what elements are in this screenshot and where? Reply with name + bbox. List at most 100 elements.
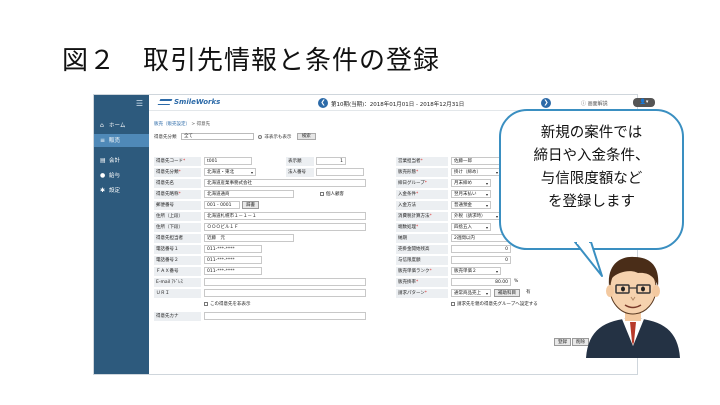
corp-number-input[interactable] xyxy=(316,168,364,176)
sidebar-item-settings[interactable]: ✱ 設定 xyxy=(94,184,149,197)
use-group-checkbox[interactable]: 請求先を親の得意先グループへ設定する xyxy=(451,300,538,309)
customer-kana-label: 得意先カナ xyxy=(154,312,201,321)
customer-name-label: 得意先名 xyxy=(154,179,201,188)
fax-label: ＦＡＸ番号 xyxy=(154,267,201,276)
customer-short-input[interactable]: 北海道通商 xyxy=(204,190,294,198)
sidebar-item-home[interactable]: ⌂ ホーム xyxy=(94,119,149,132)
sales-rep-input[interactable]: 佐藤一郎 xyxy=(451,157,501,165)
sales-icon: ≡ xyxy=(100,137,106,144)
customer-kana-input[interactable] xyxy=(204,312,366,320)
search-button[interactable]: 検索 xyxy=(296,133,316,140)
account-pattern-suffix: 有 xyxy=(526,290,531,295)
phone1-input[interactable]: 011-***-**** xyxy=(204,245,262,253)
credit-limit-input[interactable]: 0 xyxy=(451,256,511,264)
presenter-illustration xyxy=(586,256,680,358)
closing-group-select[interactable]: 月末締め xyxy=(451,179,491,187)
tax-calc-label: 消費税計算方法* xyxy=(396,212,448,221)
customer-class-label: 得意先分類* xyxy=(154,168,201,177)
show-hidden-checkbox[interactable] xyxy=(258,134,263,139)
fax-input[interactable]: 011-***-**** xyxy=(204,267,262,275)
customer-class-filter[interactable]: 全て xyxy=(180,133,254,140)
prev-period-button[interactable]: ❮ xyxy=(318,98,328,108)
speech-bubble-text: 新規の案件では 締日や入金条件、 与信限度額など を登録します xyxy=(499,122,684,214)
next-period-button[interactable]: ❯ xyxy=(541,98,551,108)
price-rank-select[interactable]: 販売単価２ xyxy=(451,267,501,275)
payment-site-label: 納期 xyxy=(396,234,448,243)
sidebar-item-salary[interactable]: ● 給与 xyxy=(94,169,149,182)
display-order-input[interactable]: 1 xyxy=(316,157,346,165)
breadcrumb-current: 得意先 xyxy=(196,122,211,127)
display-order-label: 表示順 xyxy=(286,157,314,166)
price-rank-label: 販売単価ランク* xyxy=(396,267,448,276)
sidebar-item-label: 給与 xyxy=(109,173,121,179)
sidebar-item-label: 会計 xyxy=(109,158,121,164)
individual-checkbox[interactable]: 個人顧客 xyxy=(320,190,344,199)
address1-label: 住所（上段） xyxy=(154,212,201,221)
sales-rate-input[interactable]: 80.00 xyxy=(451,278,511,286)
payment-terms-select[interactable]: 翌月末払い xyxy=(451,190,491,198)
sales-rate-unit: % xyxy=(514,279,519,284)
bubble-line: 締日や入金条件、 xyxy=(533,148,650,164)
opening-ar-label: 売掛金開始残高 xyxy=(396,245,448,254)
contact-label: 得意先担当者 xyxy=(154,234,201,243)
slide-title: 図２ 取引先情報と条件の登録 xyxy=(62,46,441,76)
user-menu-button[interactable]: 👤▾ xyxy=(633,98,655,107)
sales-form-label: 販売形態* xyxy=(396,168,448,177)
logo[interactable]: SmileWorks xyxy=(157,98,221,106)
postal-input[interactable]: 001 - 0001 xyxy=(204,201,240,209)
payment-method-select[interactable]: 普通預金 xyxy=(451,201,491,209)
breadcrumb: 販売（販売設定） > 得意先 xyxy=(154,122,211,127)
filter-label: 得意先分類 xyxy=(154,135,177,140)
postal-label: 郵便番号 xyxy=(154,201,201,210)
logo-text: SmileWorks xyxy=(174,98,221,106)
sales-rate-label: 販売掛率* xyxy=(396,278,448,287)
sales-form-select[interactable]: 掛け（締め） xyxy=(451,168,501,176)
opening-ar-input[interactable]: 0 xyxy=(451,245,511,253)
sub-account-button[interactable]: 補助科目 xyxy=(494,289,520,297)
menu-toggle-icon[interactable]: ☰ xyxy=(136,99,143,108)
address1-input[interactable]: 北海道札幌市１－１－１ xyxy=(204,212,366,220)
fiscal-period: 第10期(当期)：2018年01月01日 - 2018年12月31日 xyxy=(331,102,465,108)
phone2-label: 電話番号２ xyxy=(154,256,201,265)
email-input[interactable] xyxy=(204,278,366,286)
customer-code-input[interactable]: t001 xyxy=(204,157,252,165)
address2-input[interactable]: ＯＯＯビル１Ｆ xyxy=(204,223,366,231)
closing-group-label: 締日グループ* xyxy=(396,179,448,188)
customer-short-label: 得意先略称* xyxy=(154,190,201,199)
checkbox-icon xyxy=(320,191,324,196)
customer-name-input[interactable]: 北海道産業事務式会社 xyxy=(204,179,366,187)
register-button[interactable]: 登録 xyxy=(554,338,571,346)
sidebar-item-sales[interactable]: ≡ 販売 xyxy=(94,134,149,147)
home-icon: ⌂ xyxy=(100,122,104,129)
help-link[interactable]: ⓘ 画面解説 xyxy=(581,100,608,107)
account-pattern-label: 請求パターン* xyxy=(396,289,448,298)
bubble-line: 新規の案件では xyxy=(540,125,643,141)
ledger-icon: ▤ xyxy=(100,157,106,164)
rounding-select[interactable]: 四捨五入 xyxy=(451,223,491,231)
breadcrumb-parent[interactable]: 販売（販売設定） xyxy=(154,122,190,127)
tax-calc-select[interactable]: 外税（請求時） xyxy=(451,212,501,220)
sidebar-item-accounting[interactable]: ▤ 会計 xyxy=(94,154,149,167)
help-icon: ⓘ xyxy=(581,101,588,107)
email-label: E-mail ｱﾄﾞﾚｽ xyxy=(154,278,201,287)
filter-bar: 得意先分類 全て 非表示も表示 検索 xyxy=(154,133,316,140)
bubble-line: 与信限度額など xyxy=(540,171,643,187)
hide-customer-checkbox[interactable]: この得意先を非表示 xyxy=(204,300,251,309)
sales-rep-label: 営業担当者* xyxy=(396,157,448,166)
address2-label: 住所（下段） xyxy=(154,223,201,232)
sidebar-item-label: 販売 xyxy=(109,138,121,144)
user-icon: 👤▾ xyxy=(639,99,649,105)
contact-input[interactable]: 近藤 元 xyxy=(204,234,294,242)
logo-mark-icon xyxy=(157,99,173,105)
url-input[interactable] xyxy=(204,289,366,297)
rounding-label: 端数処理* xyxy=(396,223,448,232)
customer-class-select[interactable]: 北海道・東北 xyxy=(204,168,256,176)
payment-method-label: 入金方法 xyxy=(396,201,448,210)
postal-dictionary-button[interactable]: 辞書 xyxy=(242,201,259,209)
account-pattern-select[interactable]: 通常商品売上 xyxy=(451,289,491,297)
corp-number-label: 法人番号 xyxy=(286,168,314,177)
phone2-input[interactable]: 011-***-**** xyxy=(204,256,262,264)
credit-limit-label: 与信限度額 xyxy=(396,256,448,265)
checkbox-icon xyxy=(204,301,208,306)
checkbox-icon xyxy=(451,301,455,306)
